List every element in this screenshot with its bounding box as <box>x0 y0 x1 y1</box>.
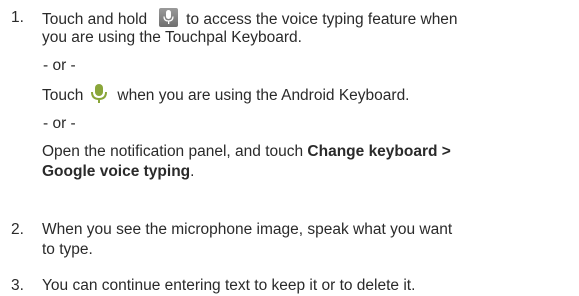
list-item: 1. Touch and hold to access the voice typ… <box>0 8 579 196</box>
step-text-line: Open the notification panel, and touch C… <box>42 142 577 162</box>
step-text-line: to type. <box>42 241 93 258</box>
menu-path-text: Change keyboard > <box>307 143 451 160</box>
step-body: Touch and hold to access the voice typing… <box>42 8 577 182</box>
step-text: Touch and hold <box>42 11 148 28</box>
step-text: to access the voice typing feature when <box>186 11 458 28</box>
or-separator: - or - <box>43 57 76 74</box>
list-item: 3. You can continue entering text to kee… <box>0 276 579 296</box>
step-number: 1. <box>11 9 24 26</box>
step-text-line: When you see the microphone image, speak… <box>42 221 453 238</box>
step-text-line: You can continue entering text to keep i… <box>42 277 416 294</box>
step-text-line: Google voice typing. <box>42 162 577 182</box>
step-text-line: Touch when you are using the Android Keyb… <box>42 84 577 106</box>
step-text: . <box>190 163 195 180</box>
step-text-line: Touch and hold to access the voice typing… <box>42 8 577 28</box>
android-microphone-icon <box>91 84 108 103</box>
menu-path-text: Google voice typing <box>42 163 191 180</box>
step-text: when you are using the Android Keyboard. <box>117 87 410 104</box>
list-item: 2. When you see the microphone image, sp… <box>0 220 579 264</box>
step-text-line: you are using the Touchpal Keyboard. <box>42 29 302 46</box>
or-separator: - or - <box>43 115 76 132</box>
step-text: Open the notification panel, and touch <box>42 143 308 160</box>
step-text: Touch <box>42 87 84 104</box>
step-number: 3. <box>11 277 24 294</box>
step-body: You can continue entering text to keep i… <box>42 276 577 296</box>
touchpal-microphone-icon <box>159 8 179 27</box>
instruction-document: 1. Touch and hold to access the voice typ… <box>0 0 579 295</box>
step-body: When you see the microphone image, speak… <box>42 220 577 260</box>
step-number: 2. <box>11 221 24 238</box>
